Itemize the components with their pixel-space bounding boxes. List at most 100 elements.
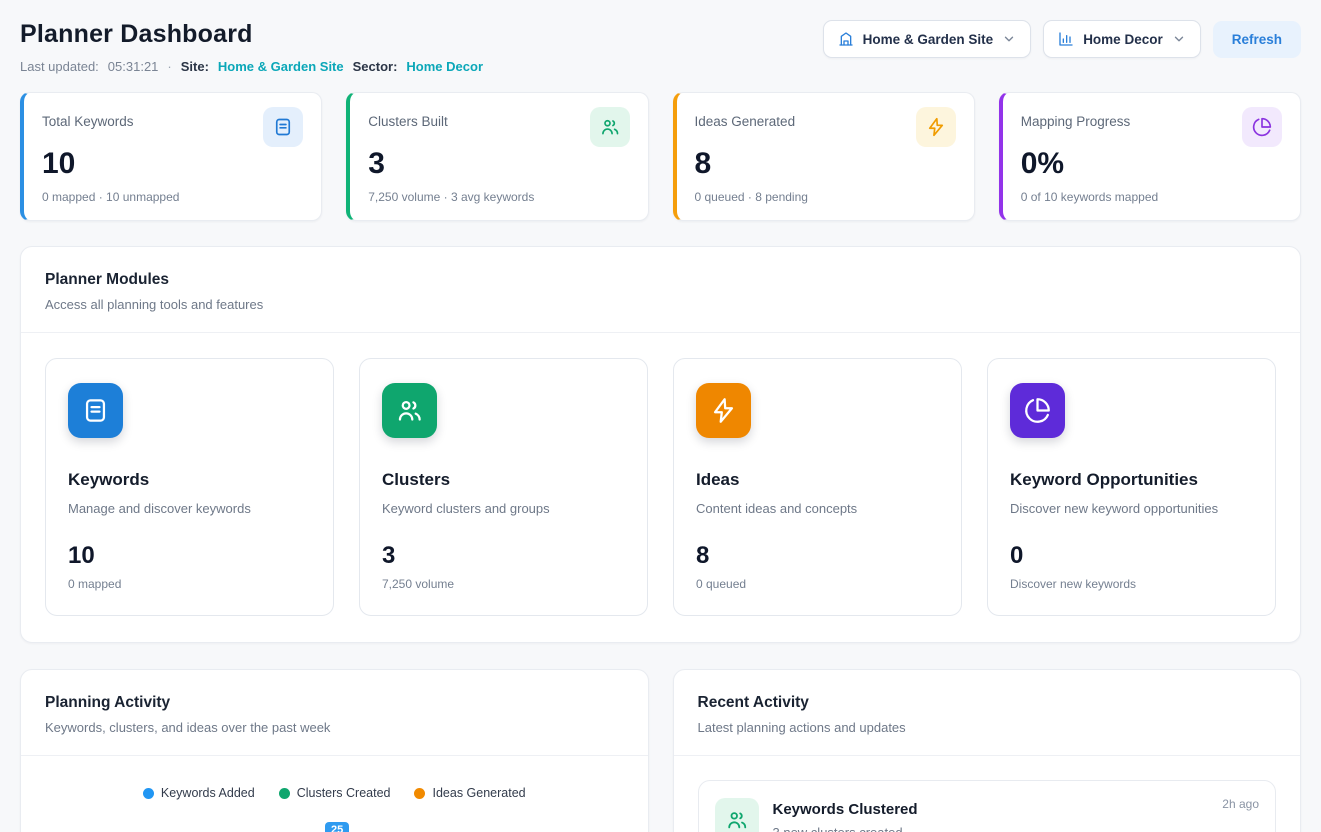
keywords-added-area-series: [81, 822, 628, 832]
header-meta: Last updated: 05:31:21 · Site: Home & Ga…: [20, 59, 483, 74]
site-link[interactable]: Home & Garden Site: [218, 59, 344, 74]
sector-label: Sector:: [353, 59, 398, 74]
module-value: 10: [68, 542, 311, 570]
document-icon: [68, 383, 123, 438]
site-label: Site:: [181, 59, 209, 74]
last-updated-value: 05:31:21: [108, 59, 159, 74]
planner-modules-section: Planner Modules Access all planning tool…: [20, 246, 1301, 643]
module-value: 0: [1010, 542, 1253, 570]
section-title: Recent Activity: [698, 694, 1277, 712]
module-value: 3: [382, 542, 625, 570]
pie-chart-icon: [1242, 107, 1282, 147]
activity-item-keywords-clustered: Keywords Clustered 3 new clusters create…: [698, 780, 1277, 832]
stat-card-clusters-built: Clusters Built 3 7,250 volume · 3 avg ke…: [346, 92, 648, 221]
stat-card-mapping-progress: Mapping Progress 0% 0 of 10 keywords map…: [999, 92, 1301, 221]
planning-activity-panel: Planning Activity Keywords, clusters, an…: [20, 669, 649, 832]
users-icon: [715, 798, 759, 832]
legend-item-keywords-added: Keywords Added: [143, 786, 255, 800]
pie-chart-icon: [1010, 383, 1065, 438]
activity-item-timestamp: 2h ago: [1222, 797, 1259, 811]
stat-subtext: 7,250 volume · 3 avg keywords: [368, 190, 629, 204]
legend-label: Clusters Created: [297, 786, 391, 800]
chevron-down-icon: [1002, 32, 1016, 46]
stats-row: Total Keywords 10 0 mapped · 10 unmapped…: [20, 92, 1301, 221]
legend-item-clusters-created: Clusters Created: [279, 786, 391, 800]
module-value: 8: [696, 542, 939, 570]
sector-link[interactable]: Home Decor: [406, 59, 483, 74]
sector-selector-dropdown[interactable]: Home Decor: [1043, 20, 1201, 58]
section-subtitle: Access all planning tools and features: [45, 297, 1276, 312]
planning-activity-chart: 25 25 24: [35, 816, 630, 832]
header-controls: Home & Garden Site Home Decor Refresh: [823, 20, 1301, 58]
stat-value: 3: [368, 147, 629, 180]
legend-dot-icon: [414, 788, 425, 799]
bottom-row: Planning Activity Keywords, clusters, an…: [20, 669, 1301, 832]
module-card-keywords[interactable]: Keywords Manage and discover keywords 10…: [45, 358, 334, 616]
legend-label: Keywords Added: [161, 786, 255, 800]
module-subtext: Discover new keywords: [1010, 577, 1253, 591]
legend-dot-icon: [279, 788, 290, 799]
stat-label: Ideas Generated: [695, 107, 796, 129]
page-header: Planner Dashboard Last updated: 05:31:21…: [20, 20, 1301, 74]
legend-label: Ideas Generated: [432, 786, 525, 800]
module-subtext: 0 queued: [696, 577, 939, 591]
modules-grid: Keywords Manage and discover keywords 10…: [21, 333, 1300, 642]
site-selector-label: Home & Garden Site: [863, 32, 994, 47]
stat-value: 8: [695, 147, 956, 180]
section-subtitle: Keywords, clusters, and ideas over the p…: [45, 720, 624, 735]
stat-label: Total Keywords: [42, 107, 134, 129]
recent-activity-header: Recent Activity Latest planning actions …: [674, 670, 1301, 756]
module-description: Discover new keyword opportunities: [1010, 501, 1253, 516]
planner-modules-header: Planner Modules Access all planning tool…: [21, 247, 1300, 333]
module-card-clusters[interactable]: Clusters Keyword clusters and groups 3 7…: [359, 358, 648, 616]
module-description: Keyword clusters and groups: [382, 501, 625, 516]
module-subtext: 0 mapped: [68, 577, 311, 591]
stat-subtext: 0 queued · 8 pending: [695, 190, 956, 204]
section-subtitle: Latest planning actions and updates: [698, 720, 1277, 735]
stat-subtext: 0 mapped · 10 unmapped: [42, 190, 303, 204]
page-title: Planner Dashboard: [20, 20, 483, 49]
module-title: Keywords: [68, 470, 311, 490]
site-selector-dropdown[interactable]: Home & Garden Site: [823, 20, 1032, 58]
stat-label: Mapping Progress: [1021, 107, 1131, 129]
activity-item-text: Keywords Clustered 3 new clusters create…: [773, 798, 918, 832]
chart-legend: Keywords Added Clusters Created Ideas Ge…: [21, 756, 648, 808]
section-title: Planning Activity: [45, 694, 624, 712]
header-left: Planner Dashboard Last updated: 05:31:21…: [20, 20, 483, 74]
meta-separator: ·: [167, 59, 171, 74]
bolt-icon: [696, 383, 751, 438]
users-icon: [382, 383, 437, 438]
data-point-label: 25: [325, 822, 349, 832]
module-description: Manage and discover keywords: [68, 501, 311, 516]
users-icon: [590, 107, 630, 147]
refresh-button[interactable]: Refresh: [1213, 21, 1301, 58]
planning-activity-header: Planning Activity Keywords, clusters, an…: [21, 670, 648, 756]
bolt-icon: [916, 107, 956, 147]
recent-activity-list: Keywords Clustered 3 new clusters create…: [674, 756, 1301, 832]
document-icon: [263, 107, 303, 147]
module-subtext: 7,250 volume: [382, 577, 625, 591]
module-title: Clusters: [382, 470, 625, 490]
activity-item-title: Keywords Clustered: [773, 798, 918, 818]
planner-dashboard-page: Planner Dashboard Last updated: 05:31:21…: [0, 0, 1321, 832]
sector-selector-label: Home Decor: [1083, 32, 1163, 47]
module-title: Keyword Opportunities: [1010, 470, 1253, 490]
activity-item-description: 3 new clusters created: [773, 825, 918, 832]
building-icon: [838, 31, 854, 47]
legend-dot-icon: [143, 788, 154, 799]
stat-label: Clusters Built: [368, 107, 448, 129]
bar-chart-icon: [1058, 31, 1074, 47]
stat-value: 0%: [1021, 147, 1282, 180]
stat-card-ideas-generated: Ideas Generated 8 0 queued · 8 pending: [673, 92, 975, 221]
module-card-ideas[interactable]: Ideas Content ideas and concepts 8 0 que…: [673, 358, 962, 616]
section-title: Planner Modules: [45, 271, 1276, 289]
last-updated-label: Last updated:: [20, 59, 99, 74]
chevron-down-icon: [1172, 32, 1186, 46]
recent-activity-panel: Recent Activity Latest planning actions …: [673, 669, 1302, 832]
module-title: Ideas: [696, 470, 939, 490]
stat-card-total-keywords: Total Keywords 10 0 mapped · 10 unmapped: [20, 92, 322, 221]
stat-value: 10: [42, 147, 303, 180]
module-card-keyword-opportunities[interactable]: Keyword Opportunities Discover new keywo…: [987, 358, 1276, 616]
stat-subtext: 0 of 10 keywords mapped: [1021, 190, 1282, 204]
module-description: Content ideas and concepts: [696, 501, 939, 516]
